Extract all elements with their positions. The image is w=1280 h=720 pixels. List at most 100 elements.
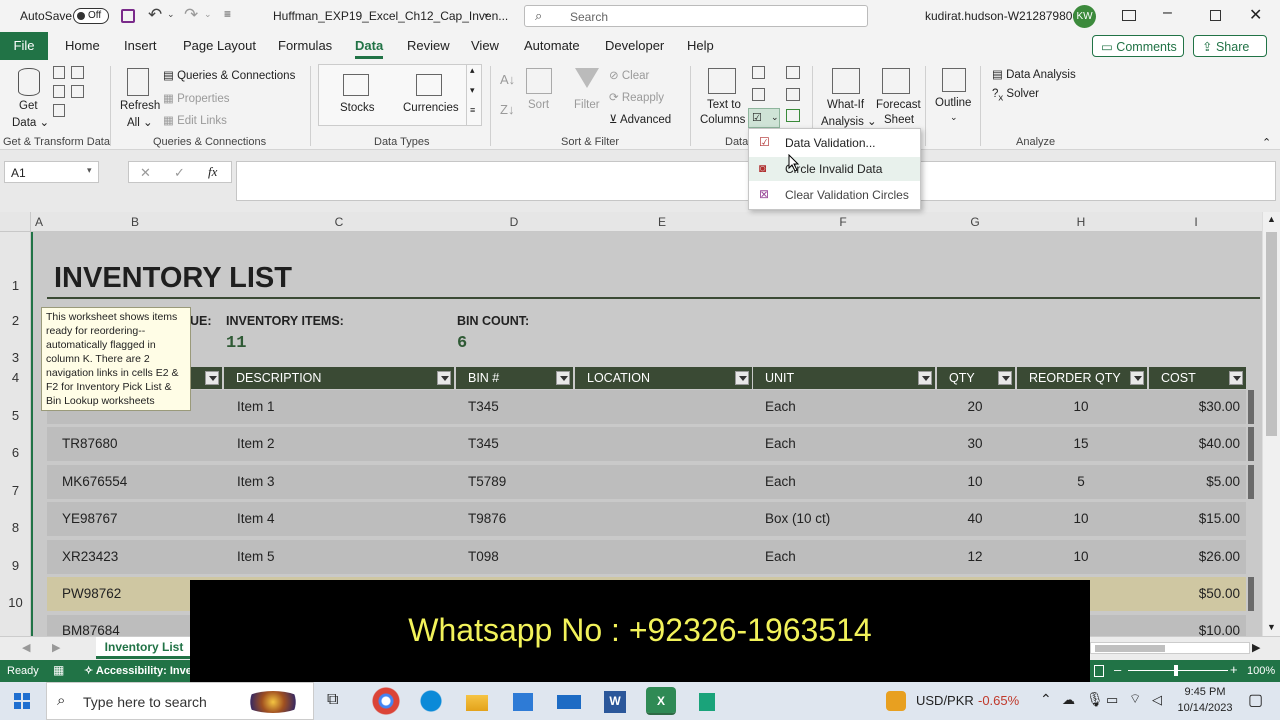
cell-sku[interactable]: YE98767 (62, 511, 118, 526)
cell-reorder-qty[interactable]: 5 (1017, 474, 1145, 489)
vertical-scrollbar[interactable]: ▲ ▼ (1262, 212, 1280, 636)
menu-item-circle-invalid-data[interactable]: ◙ Circle Invalid Data (749, 157, 920, 181)
user-name[interactable]: kudirat.hudson-W212879806 (925, 9, 1079, 23)
text-to-columns-button[interactable]: Columns (700, 114, 745, 126)
filter-dropdown-icon[interactable] (437, 371, 451, 385)
scroll-down-icon[interactable]: ▼ (1267, 622, 1276, 632)
text-to-columns-label[interactable]: Text to (707, 99, 741, 111)
cell-bin[interactable]: T345 (468, 399, 499, 414)
accessibility-status[interactable]: ✧ Accessibility: Inves (84, 664, 198, 677)
cell-unit[interactable]: Each (765, 474, 796, 489)
zoom-out-icon[interactable]: – (1114, 662, 1121, 677)
column-header-i[interactable]: I (1147, 215, 1245, 229)
what-if-analysis-button[interactable]: Analysis ⌄ (821, 114, 877, 128)
column-header-a[interactable]: A (31, 215, 47, 229)
cell-description[interactable]: Item 3 (237, 474, 275, 489)
name-box[interactable]: A1 ▾ (4, 161, 99, 183)
outline-button[interactable]: Outline (935, 97, 971, 109)
tab-help[interactable]: Help (687, 38, 714, 53)
cell-qty[interactable]: 10 (937, 474, 1013, 489)
windows-start-icon[interactable] (14, 693, 30, 709)
clock-date[interactable]: 10/14/2023 (1170, 702, 1240, 714)
gallery-scroll[interactable]: ▴ ▾ ≡ (466, 65, 481, 125)
filter-dropdown-icon[interactable] (735, 371, 749, 385)
tab-page-layout[interactable]: Page Layout (183, 38, 256, 53)
get-data-button[interactable]: Data ⌄ (12, 115, 49, 129)
column-header-e[interactable]: E (573, 215, 751, 229)
cell-cost[interactable]: $15.00 (1149, 511, 1240, 526)
recent-sources-icon[interactable] (71, 85, 84, 98)
refresh-all-button[interactable]: All ⌄ (127, 115, 153, 129)
sort-za-icon[interactable]: Z↓ (500, 102, 514, 117)
undo-icon[interactable]: ↶ (148, 5, 162, 25)
relationships-icon[interactable] (786, 88, 800, 101)
cell-reorder-qty[interactable]: 10 (1017, 399, 1145, 414)
row-header-4[interactable]: 4 (0, 370, 31, 385)
sheet-tab-inventory-list[interactable]: Inventory List (96, 637, 192, 659)
column-header-c[interactable]: C (223, 215, 455, 229)
cell-cost[interactable]: $5.00 (1149, 474, 1240, 489)
solver-button[interactable]: ?x Solver (992, 88, 1039, 103)
cell-unit[interactable]: Box (10 ct) (765, 511, 830, 526)
remove-duplicates-icon[interactable] (752, 88, 765, 101)
cell-sku[interactable]: MK676554 (62, 474, 127, 489)
cell-description[interactable]: Item 5 (237, 549, 275, 564)
cell-sku[interactable]: TR87680 (62, 436, 118, 451)
consolidate-icon[interactable] (786, 66, 800, 79)
row-header-1[interactable]: 1 (0, 278, 31, 293)
clock-time[interactable]: 9:45 PM (1180, 686, 1230, 698)
insert-function-icon[interactable]: fx (208, 164, 217, 180)
forecast-sheet-button[interactable]: Sheet (884, 114, 914, 126)
cell-cost[interactable]: $30.00 (1149, 399, 1240, 414)
app-icon[interactable] (692, 687, 722, 715)
row-header-10[interactable]: 10 (0, 595, 31, 610)
tab-review[interactable]: Review (407, 38, 450, 53)
row-header-9[interactable]: 9 (0, 558, 31, 573)
menu-item-data-validation[interactable]: ☑ Data Validation... (749, 131, 920, 155)
queries-connections-button[interactable]: ▤ Queries & Connections (163, 68, 295, 82)
ribbon-display-icon[interactable] (1122, 10, 1136, 21)
stocks-button[interactable]: Stocks (340, 102, 375, 114)
tab-developer[interactable]: Developer (605, 38, 664, 53)
cell-bin[interactable]: T5789 (468, 474, 506, 489)
excel-icon[interactable]: X (646, 687, 676, 715)
share-button[interactable]: ⇪ Share (1193, 35, 1267, 57)
filter-dropdown-icon[interactable] (1229, 371, 1243, 385)
collapse-ribbon-icon[interactable]: ⌃ (1262, 136, 1271, 149)
column-header-d[interactable]: D (455, 215, 573, 229)
row-header-2[interactable]: 2 (0, 313, 31, 328)
cell-qty[interactable]: 12 (937, 549, 1013, 564)
tab-data[interactable]: Data (355, 38, 383, 53)
edit-links-button[interactable]: ▦ Edit Links (163, 113, 227, 127)
title-chevron-icon[interactable]: ⌄ (482, 6, 491, 19)
redo-dropdown-icon[interactable]: ⌄ (204, 9, 212, 20)
outline-chevron-icon[interactable]: ⌄ (950, 112, 958, 123)
task-view-icon[interactable]: ⧉ (327, 691, 338, 709)
cell-bin[interactable]: T098 (468, 549, 499, 564)
cell-reorder-qty[interactable]: 15 (1017, 436, 1145, 451)
tab-view[interactable]: View (471, 38, 499, 53)
flash-fill-icon[interactable] (752, 66, 765, 79)
zoom-level[interactable]: 100% (1247, 665, 1275, 677)
horizontal-scrollbar[interactable] (1090, 642, 1250, 654)
ticker-change[interactable]: -0.65% (978, 693, 1019, 708)
filter-dropdown-icon[interactable] (918, 371, 932, 385)
next-sheet-icon[interactable]: ▶ (52, 641, 60, 654)
cell-qty[interactable]: 30 (937, 436, 1013, 451)
column-header-b[interactable]: B (47, 215, 223, 229)
data-model-icon[interactable] (786, 109, 800, 122)
redo-icon[interactable]: ↷ (184, 5, 198, 25)
store-icon[interactable] (508, 687, 538, 715)
cell-description[interactable]: Item 1 (237, 399, 275, 414)
cell-qty[interactable]: 20 (937, 399, 1013, 414)
wifi-icon[interactable]: ⌔ (1129, 691, 1141, 707)
select-all-corner[interactable] (0, 212, 31, 232)
customize-qat-icon[interactable]: ≡ (224, 7, 231, 21)
what-if-label[interactable]: What-If (827, 99, 864, 111)
chrome-icon[interactable] (371, 687, 401, 715)
hscroll-thumb[interactable] (1095, 645, 1165, 652)
filter-dropdown-icon[interactable] (998, 371, 1012, 385)
cell-unit[interactable]: Each (765, 436, 796, 451)
edge-icon[interactable] (416, 687, 446, 715)
cell-bin[interactable]: T345 (468, 436, 499, 451)
